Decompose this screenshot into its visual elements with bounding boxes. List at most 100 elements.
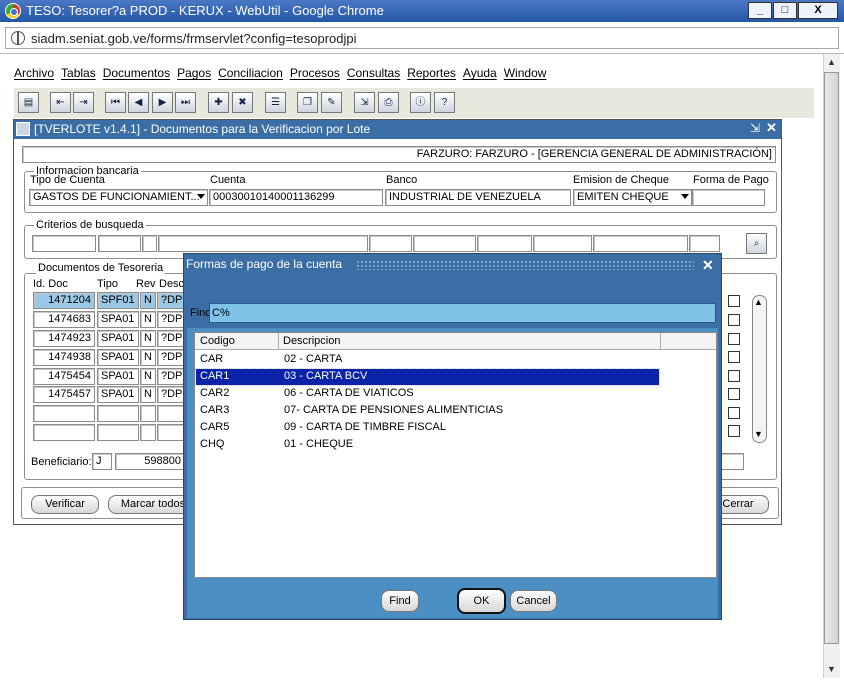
doc-rev[interactable]: N [140,311,156,328]
criterio-field[interactable] [477,235,532,252]
cuenta-field[interactable]: 00030010140001136299 [209,189,383,206]
doc-tipo[interactable]: SPA01 [97,349,139,366]
doc-desc[interactable]: ?DP S [157,386,184,403]
doc-rev[interactable] [140,405,156,422]
list-item[interactable]: CAR2 06 - CARTA DE VIATICOS [196,386,659,402]
info-icon[interactable]: ⓘ [410,92,431,113]
doc-checkbox[interactable] [728,333,740,345]
lov-icon[interactable]: ☰ [265,92,286,113]
forma-pago-field[interactable] [692,189,765,206]
next-record-icon[interactable]: ▶ [152,92,173,113]
doc-tipo[interactable]: SPA01 [97,311,139,328]
restore-icon[interactable]: ⇲ [750,121,760,135]
doc-id[interactable]: 1471204 [33,292,95,309]
menu-window[interactable]: Window [504,66,547,80]
doc-desc[interactable]: ?DP S [157,368,184,385]
scrollbar-thumb[interactable] [824,72,839,644]
ok-button[interactable]: OK [457,588,506,614]
doc-desc[interactable] [157,405,184,422]
doc-rev[interactable]: N [140,292,156,309]
menu-pagos[interactable]: Pagos [177,66,211,80]
doc-rev[interactable]: N [140,349,156,366]
enter-query-icon[interactable]: ⇤ [50,92,71,113]
list-item[interactable]: CAR5 09 - CARTA DE TIMBRE FISCAL [196,420,659,436]
doc-checkbox[interactable] [728,351,740,363]
first-record-icon[interactable]: ⏮ [105,92,126,113]
criterio-field[interactable] [142,235,157,252]
form-close-icon[interactable]: ✕ [766,120,777,136]
docs-scrollbar[interactable]: ▲ ▼ [752,295,767,443]
save-icon[interactable]: ▤ [18,92,39,113]
verificar-button[interactable]: Verificar [31,495,99,514]
scroll-down-icon[interactable]: ▼ [826,664,837,676]
cancel-button[interactable]: Cancel [510,590,557,612]
doc-rev[interactable] [140,424,156,441]
menu-tablas[interactable]: Tablas [61,66,96,80]
doc-id[interactable] [33,405,95,422]
tipo-cuenta-select[interactable]: GASTOS DE FUNCIONAMIENT... [29,189,208,206]
copy-icon[interactable]: ❐ [297,92,318,113]
doc-desc[interactable]: ?DP S [157,330,184,347]
criterio-field[interactable] [689,235,720,252]
doc-tipo[interactable]: SPA01 [97,368,139,385]
list-item[interactable]: CAR 02 - CARTA [196,352,659,368]
criterio-field[interactable] [369,235,412,252]
banco-field[interactable]: INDUSTRIAL DE VENEZUELA [385,189,571,206]
doc-checkbox[interactable] [728,388,740,400]
doc-checkbox[interactable] [728,370,740,382]
doc-tipo[interactable] [97,424,139,441]
doc-id[interactable]: 1474923 [33,330,95,347]
edit-icon[interactable]: ✎ [321,92,342,113]
insert-record-icon[interactable]: ✚ [208,92,229,113]
doc-checkbox[interactable] [728,425,740,437]
prev-record-icon[interactable]: ◀ [128,92,149,113]
criterio-field[interactable] [32,235,96,252]
list-item[interactable]: CHQ 01 - CHEQUE [196,437,659,453]
criterio-field[interactable] [593,235,688,252]
criterio-field[interactable] [413,235,476,252]
doc-rev[interactable]: N [140,330,156,347]
doc-id[interactable]: 1474938 [33,349,95,366]
menu-reportes[interactable]: Reportes [407,66,456,80]
doc-tipo[interactable]: SPA01 [97,386,139,403]
doc-desc[interactable]: ?DP S [157,292,184,309]
doc-tipo[interactable]: SPF01 [97,292,139,309]
doc-rev[interactable]: N [140,368,156,385]
list-item[interactable]: CAR3 07- CARTA DE PENSIONES ALIMENTICIAS [196,403,659,419]
benef-num-field[interactable]: 598800 [115,453,185,470]
exit-icon[interactable]: ⇲ [354,92,375,113]
scroll-down-icon[interactable]: ▼ [754,429,763,439]
dialog-close-icon[interactable]: ✕ [702,257,714,274]
doc-tipo[interactable]: SPA01 [97,330,139,347]
doc-id[interactable]: 1474683 [33,311,95,328]
doc-checkbox[interactable] [728,407,740,419]
list-item-selected[interactable]: CAR1 03 - CARTA BCV [195,368,660,386]
doc-desc[interactable]: ?DP S [157,311,184,328]
menu-ayuda[interactable]: Ayuda [463,66,497,80]
criterio-field[interactable] [533,235,592,252]
menu-consultas[interactable]: Consultas [347,66,400,80]
execute-query-icon[interactable]: ⇥ [73,92,94,113]
criterio-field[interactable] [158,235,368,252]
delete-record-icon[interactable]: ✖ [232,92,253,113]
url-field[interactable]: siadm.seniat.gob.ve/forms/frmservlet?con… [5,27,839,49]
close-button[interactable]: X [798,2,838,19]
doc-id[interactable]: 1475457 [33,386,95,403]
help-icon[interactable]: ? [434,92,455,113]
search-icon[interactable]: ⌕ [746,233,767,254]
menu-archivo[interactable]: Archivo [14,66,54,80]
scroll-up-icon[interactable]: ▲ [826,57,837,69]
criterio-field[interactable] [98,235,141,252]
find-button[interactable]: Find [381,590,419,612]
doc-rev[interactable]: N [140,386,156,403]
menu-documentos[interactable]: Documentos [103,66,170,80]
doc-tipo[interactable] [97,405,139,422]
doc-checkbox[interactable] [728,314,740,326]
find-input[interactable]: C% [209,303,716,323]
doc-id[interactable] [33,424,95,441]
emision-select[interactable]: EMITEN CHEQUE [573,189,692,206]
doc-desc[interactable] [157,424,184,441]
doc-id[interactable]: 1475454 [33,368,95,385]
benef-tipo-field[interactable]: J [92,453,112,470]
doc-checkbox[interactable] [728,295,740,307]
